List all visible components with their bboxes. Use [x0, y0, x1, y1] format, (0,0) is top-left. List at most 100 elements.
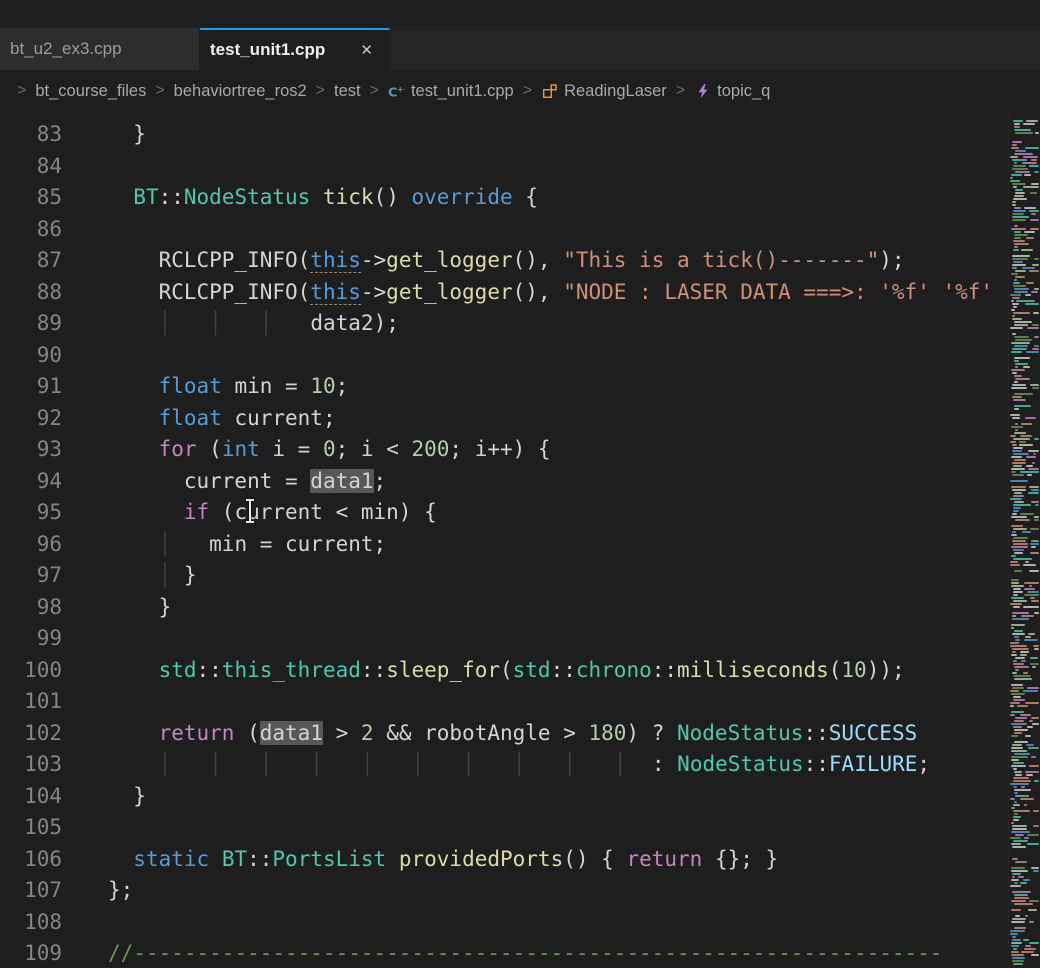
minimap-line: [1024, 639, 1039, 641]
minimap-line: [1011, 534, 1017, 536]
code-line-90[interactable]: 90: [0, 340, 1040, 372]
breadcrumb-label: behaviortree_ros2: [174, 82, 307, 101]
line-number[interactable]: 101: [0, 686, 62, 718]
minimap[interactable]: [1008, 112, 1040, 968]
line-number[interactable]: 107: [0, 875, 62, 907]
code-line-92[interactable]: 92 float current;: [0, 403, 1040, 435]
line-content: current = data1;: [62, 466, 386, 498]
breadcrumb-item-test_unit1-cpp[interactable]: C++test_unit1.cpp: [388, 82, 514, 101]
code-line-106[interactable]: 106 static BT::PortsList providedPorts()…: [0, 844, 1040, 876]
minimap-line: [1011, 870, 1028, 872]
code-line-109[interactable]: 109//-----------------------------------…: [0, 938, 1040, 968]
code-line-85[interactable]: 85 BT::NodeStatus tick() override {: [0, 182, 1040, 214]
breadcrumb-item-behaviortree_ros2[interactable]: behaviortree_ros2: [174, 82, 307, 101]
line-number[interactable]: 84: [0, 151, 62, 183]
code-line-91[interactable]: 91 float min = 10;: [0, 371, 1040, 403]
line-number[interactable]: 108: [0, 907, 62, 939]
token: ::: [804, 752, 829, 776]
token: 0: [323, 437, 336, 461]
minimap-line: [1013, 948, 1017, 950]
code-line-100[interactable]: 100 std::this_thread::sleep_for(std::chr…: [0, 655, 1040, 687]
token: ::: [803, 721, 828, 745]
minimap-line: [1012, 264, 1026, 266]
minimap-line: [1023, 606, 1039, 608]
code-line-94[interactable]: 94 current = data1;: [0, 466, 1040, 498]
code-line-96[interactable]: 96 │ min = current;: [0, 529, 1040, 561]
breadcrumb-item-test[interactable]: test: [334, 82, 361, 101]
line-content: };: [62, 875, 133, 907]
line-number[interactable]: 88: [0, 277, 62, 309]
line-number[interactable]: 106: [0, 844, 62, 876]
token: ;: [917, 752, 930, 776]
code-line-87[interactable]: 87 RCLCPP_INFO(this->get_logger(), "This…: [0, 245, 1040, 277]
line-number[interactable]: 99: [0, 623, 62, 655]
line-number[interactable]: 109: [0, 938, 62, 968]
code-line-102[interactable]: 102 return (data1 > 2 && robotAngle > 18…: [0, 718, 1040, 750]
breadcrumb-item-ReadingLaser[interactable]: ReadingLaser: [541, 82, 667, 101]
code-line-83[interactable]: 83 }: [0, 119, 1040, 151]
minimap-line: [1014, 732, 1021, 734]
code-line-95[interactable]: 95 if (current < min) {: [0, 497, 1040, 529]
code-line-93[interactable]: 93 for (int i = 0; i < 200; i++) {: [0, 434, 1040, 466]
minimap-line: [1014, 195, 1024, 197]
minimap-line: [1013, 777, 1029, 779]
tab-test_unit1-cpp[interactable]: test_unit1.cpp✕: [200, 28, 390, 70]
line-number[interactable]: 104: [0, 781, 62, 813]
minimap-line: [1014, 552, 1024, 554]
code-line-97[interactable]: 97 │ }: [0, 560, 1040, 592]
line-number[interactable]: 89: [0, 308, 62, 340]
line-number[interactable]: 86: [0, 214, 62, 246]
code-line-107[interactable]: 107};: [0, 875, 1040, 907]
breadcrumb-item-bt_course_files[interactable]: bt_course_files: [35, 82, 146, 101]
line-number[interactable]: 92: [0, 403, 62, 435]
breadcrumb-item-topic_q[interactable]: topic_q: [694, 82, 770, 101]
minimap-line: [1025, 915, 1028, 917]
line-number[interactable]: 96: [0, 529, 62, 561]
code-line-103[interactable]: 103 │ │ │ │ │ │ │ │ │ │ : NodeStatus::FA…: [0, 749, 1040, 781]
minimap-line: [1034, 288, 1039, 290]
code-line-98[interactable]: 98 }: [0, 592, 1040, 624]
minimap-line: [1025, 294, 1031, 296]
tab-bt_u2_ex3-cpp[interactable]: bt_u2_ex3.cpp: [0, 28, 200, 70]
editor[interactable]: 83 }8485 BT::NodeStatus tick() override …: [0, 112, 1040, 968]
line-number[interactable]: 95: [0, 497, 62, 529]
line-number[interactable]: 103: [0, 749, 62, 781]
close-icon[interactable]: ✕: [360, 43, 373, 58]
line-number[interactable]: 94: [0, 466, 62, 498]
code-line-84[interactable]: 84: [0, 151, 1040, 183]
code-line-86[interactable]: 86: [0, 214, 1040, 246]
minimap-line: [1011, 684, 1022, 686]
token: [108, 658, 159, 682]
line-content: [62, 151, 108, 183]
minimap-line: [1023, 156, 1038, 158]
minimap-line: [1013, 312, 1030, 314]
line-number[interactable]: 91: [0, 371, 62, 403]
code-line-104[interactable]: 104 }: [0, 781, 1040, 813]
line-number[interactable]: 100: [0, 655, 62, 687]
line-number[interactable]: 85: [0, 182, 62, 214]
minimap-line: [1014, 432, 1025, 434]
line-number[interactable]: 98: [0, 592, 62, 624]
minimap-line: [1024, 231, 1035, 233]
line-number[interactable]: 97: [0, 560, 62, 592]
minimap-line: [1030, 543, 1039, 545]
minimap-line: [1012, 618, 1028, 620]
token: {}; }: [702, 847, 778, 871]
minimap-line: [1012, 348, 1027, 350]
line-number[interactable]: 93: [0, 434, 62, 466]
line-number[interactable]: 102: [0, 718, 62, 750]
line-number[interactable]: 90: [0, 340, 62, 372]
minimap-line: [1011, 693, 1025, 695]
line-number[interactable]: 83: [0, 119, 62, 151]
code-line-108[interactable]: 108: [0, 907, 1040, 939]
code-line-101[interactable]: 101: [0, 686, 1040, 718]
minimap-line: [1015, 150, 1026, 152]
code-line-99[interactable]: 99: [0, 623, 1040, 655]
minimap-line: [1010, 930, 1025, 932]
code-line-105[interactable]: 105: [0, 812, 1040, 844]
code-line-89[interactable]: 89 │ │ │ data2);: [0, 308, 1040, 340]
line-number[interactable]: 87: [0, 245, 62, 277]
minimap-line: [1023, 939, 1028, 941]
line-number[interactable]: 105: [0, 812, 62, 844]
code-line-88[interactable]: 88 RCLCPP_INFO(this->get_logger(), "NODE…: [0, 277, 1040, 309]
